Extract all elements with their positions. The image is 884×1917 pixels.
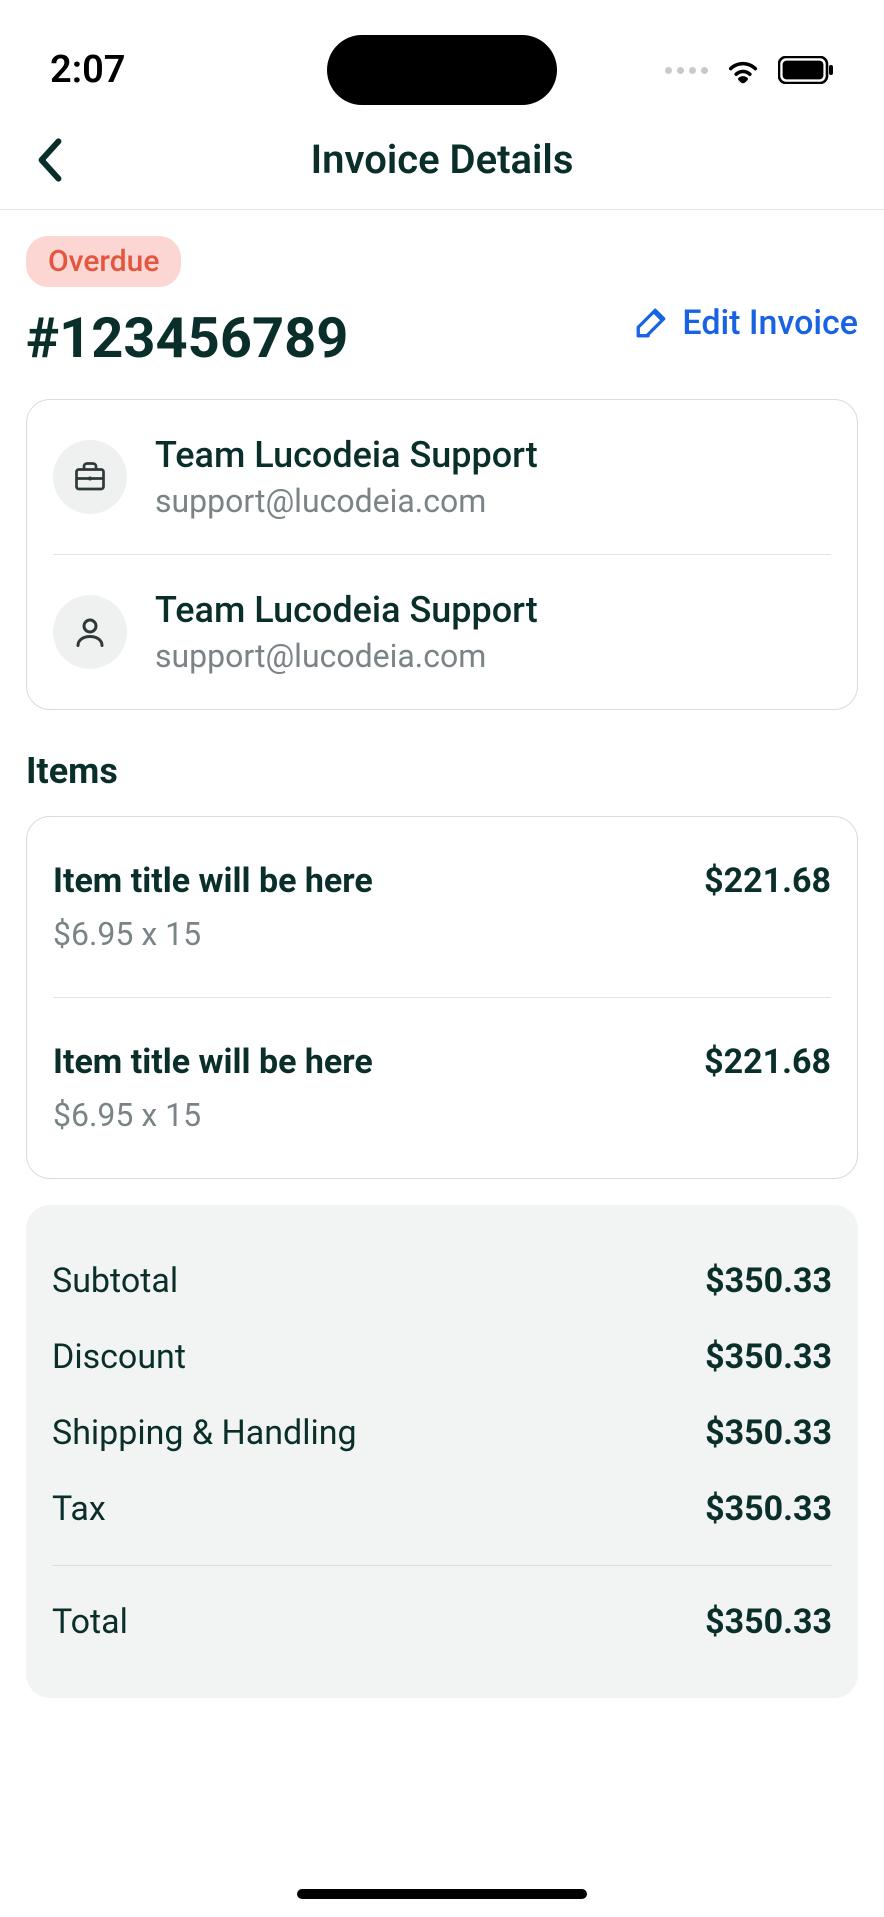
item-text: Item title will be here $6.95 x 15 (53, 861, 373, 953)
total-row-shipping: Shipping & Handling $350.33 (52, 1395, 832, 1471)
total-row-discount: Discount $350.33 (52, 1319, 832, 1395)
status-time: 2:07 (50, 48, 327, 92)
avatar (53, 595, 127, 669)
total-label: Shipping & Handling (52, 1413, 357, 1453)
total-value: $350.33 (705, 1413, 832, 1453)
briefcase-icon (72, 459, 108, 495)
totals-divider (52, 1565, 832, 1566)
status-bar: 2:07 (0, 0, 884, 110)
item-title: Item title will be here (53, 861, 373, 901)
totals-card: Subtotal $350.33 Discount $350.33 Shippi… (26, 1205, 858, 1698)
total-row-subtotal: Subtotal $350.33 (52, 1243, 832, 1319)
edit-invoice-button[interactable]: Edit Invoice (634, 303, 858, 343)
total-row-grand-total: Total $350.33 (52, 1584, 832, 1660)
contact-name: Team Lucodeia Support (155, 589, 538, 631)
item-row[interactable]: Item title will be here $6.95 x 15 $221.… (53, 997, 831, 1178)
items-section-title: Items (26, 750, 858, 792)
item-subtext: $6.95 x 15 (53, 1096, 373, 1134)
item-title: Item title will be here (53, 1042, 373, 1082)
contact-email: support@lucodeia.com (155, 482, 538, 520)
contact-row[interactable]: Team Lucodeia Support support@lucodeia.c… (53, 554, 831, 709)
invoice-header-row: #123456789 Edit Invoice (26, 297, 858, 371)
contacts-card: Team Lucodeia Support support@lucodeia.c… (26, 399, 858, 710)
total-row-tax: Tax $350.33 (52, 1471, 832, 1547)
cellular-dots-icon (665, 67, 708, 74)
items-card: Item title will be here $6.95 x 15 $221.… (26, 816, 858, 1179)
page-header: Invoice Details (0, 110, 884, 210)
home-indicator[interactable] (297, 1889, 587, 1899)
invoice-number: #123456789 (26, 305, 348, 371)
status-right (557, 56, 834, 84)
pencil-icon (634, 306, 668, 340)
total-label: Total (52, 1602, 128, 1642)
contact-info: Team Lucodeia Support support@lucodeia.c… (155, 589, 538, 675)
total-label: Tax (52, 1489, 106, 1529)
content: Overdue #123456789 Edit Invoice Team L (0, 210, 884, 1698)
total-label: Discount (52, 1337, 186, 1377)
item-subtext: $6.95 x 15 (53, 915, 373, 953)
contact-name: Team Lucodeia Support (155, 434, 538, 476)
total-label: Subtotal (52, 1261, 178, 1301)
total-value: $350.33 (705, 1602, 832, 1642)
item-row[interactable]: Item title will be here $6.95 x 15 $221.… (53, 817, 831, 997)
total-value: $350.33 (705, 1337, 832, 1377)
device-notch (327, 35, 557, 105)
contact-info: Team Lucodeia Support support@lucodeia.c… (155, 434, 538, 520)
total-value: $350.33 (705, 1261, 832, 1301)
contact-email: support@lucodeia.com (155, 637, 538, 675)
battery-icon (778, 56, 834, 84)
avatar (53, 440, 127, 514)
back-button[interactable] (32, 138, 68, 182)
edit-invoice-label: Edit Invoice (682, 303, 858, 343)
wifi-icon (724, 56, 762, 84)
total-value: $350.33 (705, 1489, 832, 1529)
item-price: $221.68 (704, 1042, 831, 1082)
item-price: $221.68 (704, 861, 831, 901)
status-badge: Overdue (26, 236, 181, 287)
item-text: Item title will be here $6.95 x 15 (53, 1042, 373, 1134)
chevron-left-icon (32, 138, 68, 182)
page-title: Invoice Details (311, 136, 574, 183)
contact-row[interactable]: Team Lucodeia Support support@lucodeia.c… (53, 400, 831, 554)
person-icon (72, 614, 108, 650)
